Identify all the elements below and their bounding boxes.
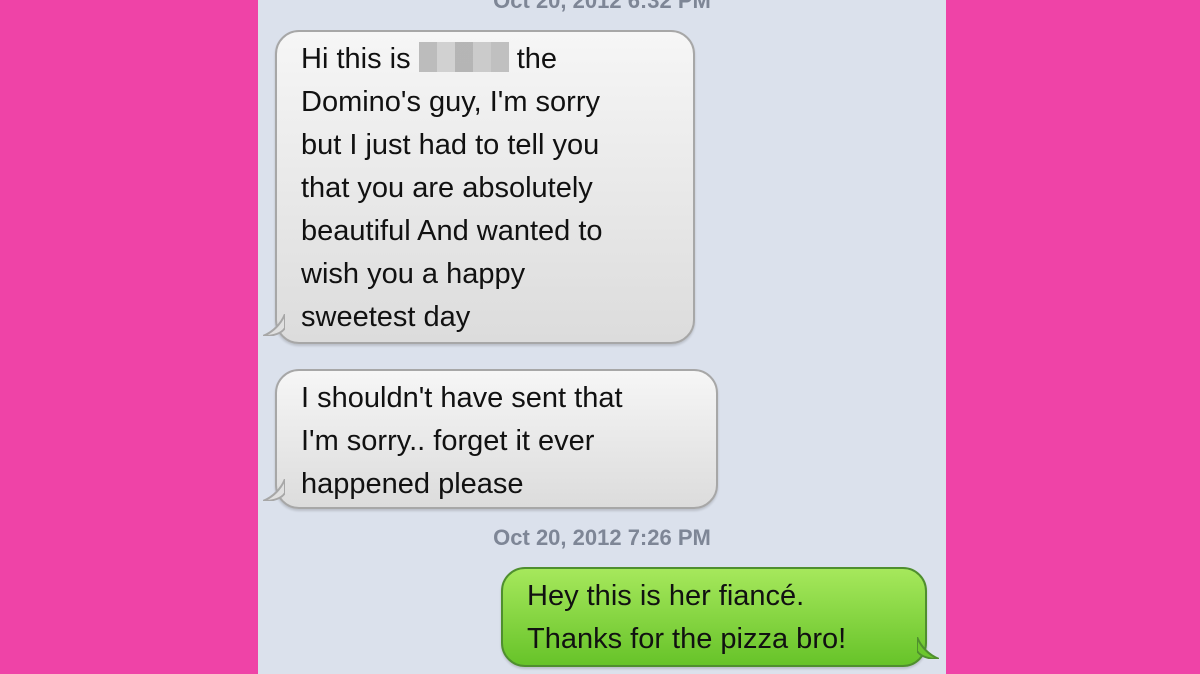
message-line: that you are absolutely: [301, 172, 593, 204]
message-text: the: [516, 43, 558, 75]
bubble-tail-icon: [917, 637, 939, 659]
message-line: happened please: [301, 468, 524, 500]
message-text: Hi this is: [301, 43, 411, 75]
bubble-tail-icon: [263, 314, 285, 336]
message-line: beautiful And wanted to: [301, 215, 603, 247]
outgoing-message-bubble[interactable]: Hey this is her fiancé. Thanks for the p…: [501, 567, 939, 667]
message-line: I'm sorry.. forget it ever: [301, 425, 595, 457]
incoming-message-bubble[interactable]: I shouldn't have sent that I'm sorry.. f…: [263, 369, 718, 509]
message-line: Hey this is her fiancé.: [527, 580, 805, 612]
message-line: I shouldn't have sent that: [301, 382, 623, 414]
redacted-name: [418, 42, 509, 72]
message-line: wish you a happy: [301, 258, 526, 290]
message-line: but I just had to tell you: [301, 129, 600, 161]
message-line: Thanks for the pizza bro!: [527, 623, 847, 655]
incoming-message-bubble[interactable]: Hi this is the Domino's guy, I'm sorry b…: [263, 30, 695, 344]
timestamp: Oct 20, 2012 7:26 PM: [493, 525, 711, 550]
message-line: sweetest day: [301, 301, 471, 333]
message-line: Domino's guy, I'm sorry: [301, 86, 600, 118]
bubble-tail-icon: [263, 479, 285, 501]
message-line: Hi this is the: [301, 38, 673, 81]
message-thread[interactable]: Oct 20, 2012 6:32 PM Hi this is the Domi…: [258, 0, 946, 674]
timestamp: Oct 20, 2012 6:32 PM: [493, 0, 711, 13]
